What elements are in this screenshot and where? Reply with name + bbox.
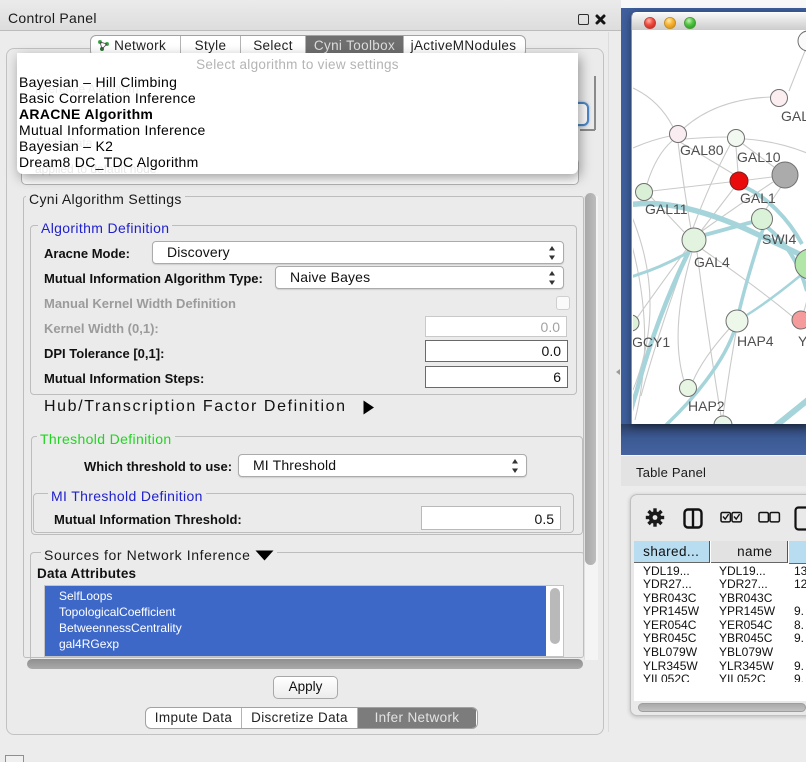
- svg-text:GAL11: GAL11: [645, 201, 688, 217]
- svg-text:Y: Y: [798, 333, 806, 349]
- svg-text:GAL80: GAL80: [680, 142, 724, 158]
- svg-text:HAP4: HAP4: [737, 333, 774, 349]
- svg-text:GCY1: GCY1: [633, 334, 670, 350]
- svg-text:GAL4: GAL4: [694, 254, 730, 270]
- svg-text:HAP2: HAP2: [688, 398, 725, 414]
- svg-text:GAL1: GAL1: [740, 190, 776, 206]
- svg-text:GAL10: GAL10: [737, 149, 781, 165]
- svg-text:GAL: GAL: [781, 108, 806, 124]
- svg-text:SWI4: SWI4: [762, 231, 796, 247]
